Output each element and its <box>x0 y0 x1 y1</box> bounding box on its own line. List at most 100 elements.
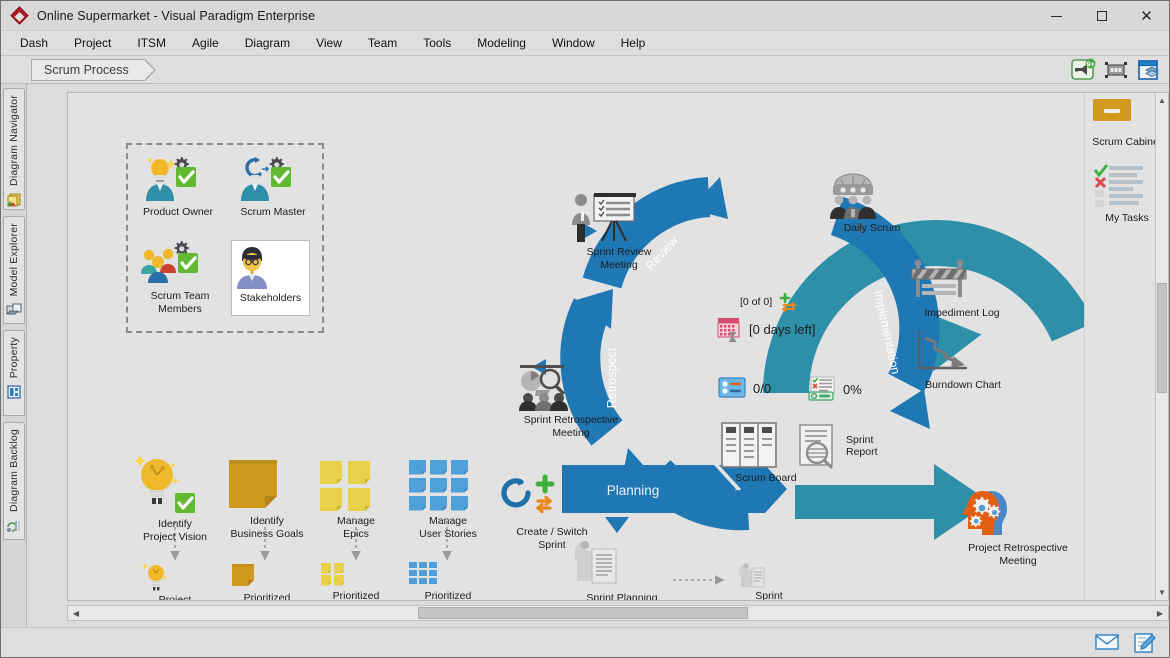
presentation-icon <box>568 191 670 243</box>
node-sprint-backlog[interactable]: Sprint Backlog <box>734 559 804 601</box>
metric-days-left: [0 days left] <box>716 315 815 343</box>
node-label-daily-scrum: Daily Scrum <box>817 222 927 235</box>
menu-dash[interactable]: Dash <box>7 32 61 54</box>
node-sprint-retrospective-meeting[interactable]: Sprint Retrospective Meeting <box>511 361 631 439</box>
backlog-task-manage-epics[interactable]: Manage Epics <box>318 458 394 540</box>
scrum-master-icon <box>233 155 313 203</box>
toolbar-icons: 9+ <box>1071 58 1161 82</box>
note-edit-icon[interactable] <box>1133 633 1155 653</box>
role-scrum-team-members[interactable]: Scrum Team Members <box>138 241 222 315</box>
node-sprint-report[interactable]: Sprint Report <box>796 423 901 469</box>
epics-yellow-small-icon <box>320 561 392 587</box>
backlog-artifact-label-0: Project Vision <box>141 594 209 601</box>
backlog-task-identify-project-vision[interactable]: Identify Project Vision <box>133 453 217 543</box>
close-button[interactable]: ✕ <box>1124 1 1169 31</box>
scroll-right-arrow[interactable]: ▶ <box>1153 606 1167 620</box>
planning-banner-label: Planning <box>607 483 660 498</box>
node-label-scrum-board: Scrum Board <box>718 472 814 485</box>
metric-sprint-count: [0 of 0] <box>740 293 801 311</box>
fit-diagram-icon[interactable] <box>1103 58 1129 82</box>
minimize-button[interactable] <box>1034 1 1079 31</box>
node-sprint-review-meeting[interactable]: Sprint Review Meeting <box>568 191 670 271</box>
node-impediment-log[interactable]: Impediment Log <box>908 258 1016 320</box>
announcement-icon[interactable]: 9+ <box>1071 58 1097 82</box>
epics-yellow-icon <box>318 458 394 512</box>
role-product-owner[interactable]: Product Owner <box>138 155 218 219</box>
backlog-artifact-label-1: Prioritized Use Cases <box>229 592 305 601</box>
menu-modeling[interactable]: Modeling <box>464 32 539 54</box>
node-sprint-planning-meeting[interactable]: Sprint Planning Meeting <box>568 537 676 601</box>
horizontal-scroll-thumb[interactable] <box>418 607 748 619</box>
layers-window-icon[interactable] <box>1135 58 1161 82</box>
side-item-scrum-cabinet[interactable]: Scrum Cabinet <box>1091 99 1163 149</box>
progress-report-icon <box>808 376 836 402</box>
stakeholders-icon <box>231 245 310 289</box>
menu-project[interactable]: Project <box>61 32 124 54</box>
backlog-artifact-prioritized-epics[interactable]: Prioritized Epics <box>320 561 392 601</box>
product-owner-icon <box>138 155 218 203</box>
diagram-navigator-icon <box>6 192 22 208</box>
rail-tab-model-explorer[interactable]: Model Explorer <box>3 216 25 324</box>
rail-tab-diagram-backlog[interactable]: Diagram Backlog <box>3 422 25 540</box>
rail-tab-diagram-navigator[interactable]: Diagram Navigator <box>3 88 25 210</box>
menu-window[interactable]: Window <box>539 32 608 54</box>
side-item-label-my-tasks: My Tasks <box>1091 212 1163 225</box>
backlog-artifact-label-2: Prioritized Epics <box>320 590 392 601</box>
left-tool-rail: Diagram Navigator Model Explorer <box>1 84 27 627</box>
burndown-chart-icon <box>911 326 1015 376</box>
note-orange-icon <box>225 458 309 512</box>
menu-team[interactable]: Team <box>355 32 410 54</box>
menu-tools[interactable]: Tools <box>410 32 464 54</box>
app-logo-icon <box>11 7 29 25</box>
side-item-my-tasks[interactable]: My Tasks <box>1091 163 1163 225</box>
menu-view[interactable]: View <box>303 32 355 54</box>
canvas-area: Planning Review Retrospect Implementatio… <box>27 84 1169 627</box>
metric-tasks-value: 0/0 <box>753 381 771 396</box>
vertical-scroll-thumb[interactable] <box>1157 283 1167 393</box>
horizontal-scrollbar[interactable]: ◀ ▶ <box>67 605 1169 621</box>
rail-label-diagram-navigator: Diagram Navigator <box>8 95 20 186</box>
scrum-team-members-icon <box>138 241 222 287</box>
backlog-task-identify-business-goals[interactable]: Identify Business Goals <box>225 458 309 540</box>
status-bar <box>1 627 1169 657</box>
cabinet-icon <box>1091 99 1163 133</box>
menu-diagram[interactable]: Diagram <box>232 32 303 54</box>
backlog-artifact-project-vision[interactable]: Project Vision <box>141 561 209 601</box>
application-window: Online Supermarket - Visual Paradigm Ent… <box>0 0 1170 658</box>
node-label-sprint-backlog: Sprint Backlog <box>734 590 804 601</box>
scroll-up-arrow[interactable]: ▲ <box>1156 94 1168 107</box>
node-burndown-chart[interactable]: Burndown Chart <box>911 326 1015 392</box>
close-icon: ✕ <box>1140 9 1153 24</box>
vertical-scrollbar[interactable]: ▲ ▼ <box>1155 92 1169 601</box>
node-daily-scrum[interactable]: Daily Scrum <box>817 169 927 235</box>
breadcrumb-scrum-process[interactable]: Scrum Process <box>31 59 145 81</box>
scroll-down-arrow[interactable]: ▼ <box>1156 586 1168 599</box>
role-stakeholders[interactable]: Stakeholders <box>231 245 310 305</box>
scroll-left-arrow[interactable]: ◀ <box>69 606 83 620</box>
node-label-sprint-report: Sprint Report <box>846 434 878 459</box>
role-label-stakeholders: Stakeholders <box>231 292 310 305</box>
metric-sprint-count-value: [0 of 0] <box>740 296 772 308</box>
lightbulb-small-icon <box>141 561 209 591</box>
role-label-scrum-master: Scrum Master <box>233 206 313 219</box>
maximize-button[interactable] <box>1079 1 1124 31</box>
sprint-refresh-icon <box>502 475 602 523</box>
backlog-artifact-prioritized-user-stories[interactable]: Prioritized User Stories <box>408 561 488 601</box>
backlog-task-label-2: Manage Epics <box>318 515 394 540</box>
barrier-icon <box>908 258 1016 304</box>
menu-help[interactable]: Help <box>608 32 659 54</box>
diagram-canvas[interactable]: Planning Review Retrospect Implementatio… <box>67 92 1169 601</box>
backlog-artifact-prioritized-use-cases[interactable]: Prioritized Use Cases <box>229 561 305 601</box>
rail-tab-property[interactable]: Property <box>3 330 25 416</box>
menu-agile[interactable]: Agile <box>179 32 232 54</box>
metric-progress-value: 0% <box>843 382 862 397</box>
message-envelope-icon[interactable] <box>1095 633 1117 653</box>
node-project-retrospective-meeting[interactable]: Project Retrospective Meeting <box>953 483 1083 567</box>
backlog-task-manage-user-stories[interactable]: Manage User Stories <box>408 458 488 540</box>
side-item-label-scrum-cabinet: Scrum Cabinet <box>1091 136 1163 149</box>
node-label-burndown-chart: Burndown Chart <box>911 379 1015 392</box>
backlog-task-label-3: Manage User Stories <box>408 515 488 540</box>
role-scrum-master[interactable]: Scrum Master <box>233 155 313 219</box>
metric-days-left-value: [0 days left] <box>749 322 815 337</box>
menu-itsm[interactable]: ITSM <box>124 32 179 54</box>
